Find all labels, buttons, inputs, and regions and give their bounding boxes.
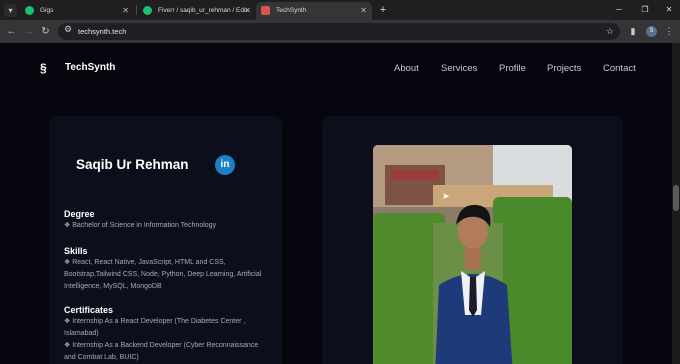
bookmark-star-icon[interactable]: ☆ bbox=[606, 23, 614, 40]
tab-techsynth[interactable]: TechSynth ✕ bbox=[256, 2, 372, 20]
profile-photo bbox=[373, 145, 572, 364]
certificates-heading: Certificates bbox=[64, 305, 114, 315]
close-icon[interactable]: ✕ bbox=[360, 2, 367, 20]
nav-services[interactable]: Services bbox=[441, 63, 477, 74]
mouse-cursor-icon: ➤ bbox=[442, 191, 450, 201]
techsynth-favicon-icon bbox=[261, 6, 270, 15]
avatar[interactable]: S bbox=[646, 26, 657, 37]
close-icon[interactable]: ✕ bbox=[244, 2, 251, 20]
nav-about[interactable]: About bbox=[394, 63, 419, 74]
skills-text: ❖ React, React Native, JavaScript, HTML … bbox=[64, 259, 262, 290]
tab-search-icon[interactable]: ▾ bbox=[4, 4, 17, 17]
tab-gigs[interactable]: Gigs ✕ bbox=[20, 2, 134, 20]
side-panel-icon[interactable]: ▮ bbox=[626, 24, 640, 39]
profile-name: Saqib Ur Rehman bbox=[76, 157, 189, 172]
tab-title: TechSynth bbox=[276, 7, 307, 14]
fiverr-favicon-icon bbox=[25, 6, 34, 15]
back-icon[interactable]: ← bbox=[4, 24, 19, 39]
tab-bar: ▾ Gigs ✕ Fiverr / saqib_ur_rehman / Edit… bbox=[0, 0, 680, 20]
tab-fiverr-edit[interactable]: Fiverr / saqib_ur_rehman / Edit ✕ bbox=[138, 2, 256, 20]
profile-photo-image bbox=[373, 145, 572, 364]
degree-heading: Degree bbox=[64, 209, 95, 219]
more-menu-icon[interactable]: ⋮ bbox=[662, 24, 676, 39]
new-tab-button[interactable]: + bbox=[376, 2, 390, 18]
nav-contact[interactable]: Contact bbox=[603, 63, 636, 74]
page-scrollbar[interactable] bbox=[672, 43, 680, 364]
tab-title: Gigs bbox=[40, 7, 54, 14]
certificate-item: ❖ Internship As a Backend Developer (Cyb… bbox=[64, 342, 259, 361]
forward-icon[interactable]: → bbox=[21, 24, 36, 39]
site-info-icon[interactable]: ⚙ bbox=[64, 24, 72, 35]
linkedin-icon[interactable]: in bbox=[215, 155, 235, 175]
minimize-icon[interactable]: ─ bbox=[608, 0, 630, 20]
browser-toolbar: ← → ↻ ⚙ techsynth.tech ☆ ▮ ⋮ bbox=[0, 20, 680, 43]
address-bar[interactable]: ⚙ techsynth.tech ☆ bbox=[58, 23, 620, 40]
web-page: § TechSynth About Services Profile Proje… bbox=[0, 43, 672, 364]
reload-icon[interactable]: ↻ bbox=[38, 24, 53, 39]
fiverr-favicon-icon bbox=[143, 6, 152, 15]
skills-heading: Skills bbox=[64, 246, 88, 256]
certificate-item: ❖ Internship As a React Developer (The D… bbox=[64, 318, 246, 337]
degree-text: ❖ Bachelor of Science in Information Tec… bbox=[64, 222, 217, 229]
nav-projects[interactable]: Projects bbox=[547, 63, 581, 74]
url-text[interactable]: techsynth.tech bbox=[78, 23, 126, 40]
close-window-icon[interactable]: ✕ bbox=[658, 0, 680, 20]
restore-icon[interactable]: ❐ bbox=[634, 0, 656, 20]
techsynth-logo-icon[interactable]: § bbox=[40, 60, 53, 76]
nav-profile[interactable]: Profile bbox=[499, 63, 526, 74]
scrollbar-thumb[interactable] bbox=[673, 185, 679, 211]
close-icon[interactable]: ✕ bbox=[122, 2, 129, 20]
brand-name[interactable]: TechSynth bbox=[65, 62, 115, 73]
tab-title: Fiverr / saqib_ur_rehman / Edit bbox=[158, 7, 248, 14]
